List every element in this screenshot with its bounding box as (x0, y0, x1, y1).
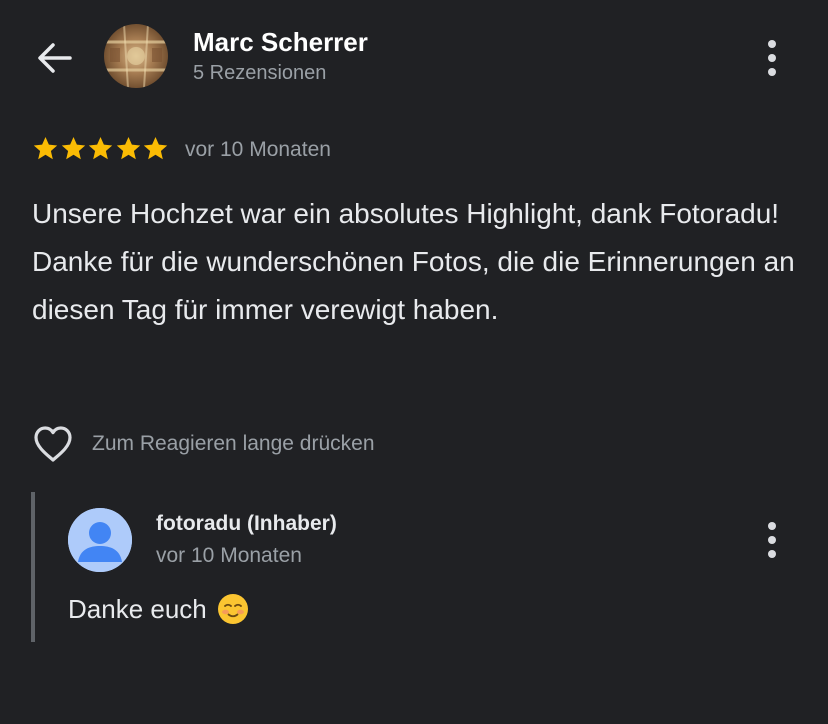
smiling-face-icon (217, 594, 248, 624)
person-icon (68, 508, 132, 572)
back-button[interactable] (34, 38, 74, 78)
owner-reply-text: Danke euch (68, 592, 249, 626)
reviewer-avatar[interactable] (104, 24, 168, 88)
review-menu-button[interactable] (760, 36, 784, 80)
star-icon (143, 137, 168, 160)
heart-outline-icon (34, 426, 72, 462)
reply-divider (31, 492, 35, 642)
arrow-left-icon (38, 43, 72, 73)
reply-text-label: Danke euch (68, 594, 207, 624)
review-count: 5 Rezensionen (193, 62, 327, 84)
react-hint-label: Zum Reagieren lange drücken (92, 432, 375, 455)
star-icon (88, 137, 113, 160)
star-icon (116, 137, 140, 160)
owner-name: fotoradu (Inhaber) (156, 512, 337, 535)
reply-menu-button[interactable] (760, 518, 784, 562)
star-icon (61, 137, 85, 160)
review-text: Unsere Hochzet war ein absolutes Highlig… (32, 198, 795, 325)
react-button[interactable]: Zum Reagieren lange drücken (32, 424, 375, 464)
owner-reply-time: vor 10 Monaten (156, 544, 302, 567)
star-rating (32, 135, 170, 162)
star-icon (33, 137, 58, 160)
reviewer-name[interactable]: Marc Scherrer (193, 27, 368, 57)
review-time: vor 10 Monaten (185, 138, 331, 161)
owner-avatar[interactable] (68, 508, 132, 572)
